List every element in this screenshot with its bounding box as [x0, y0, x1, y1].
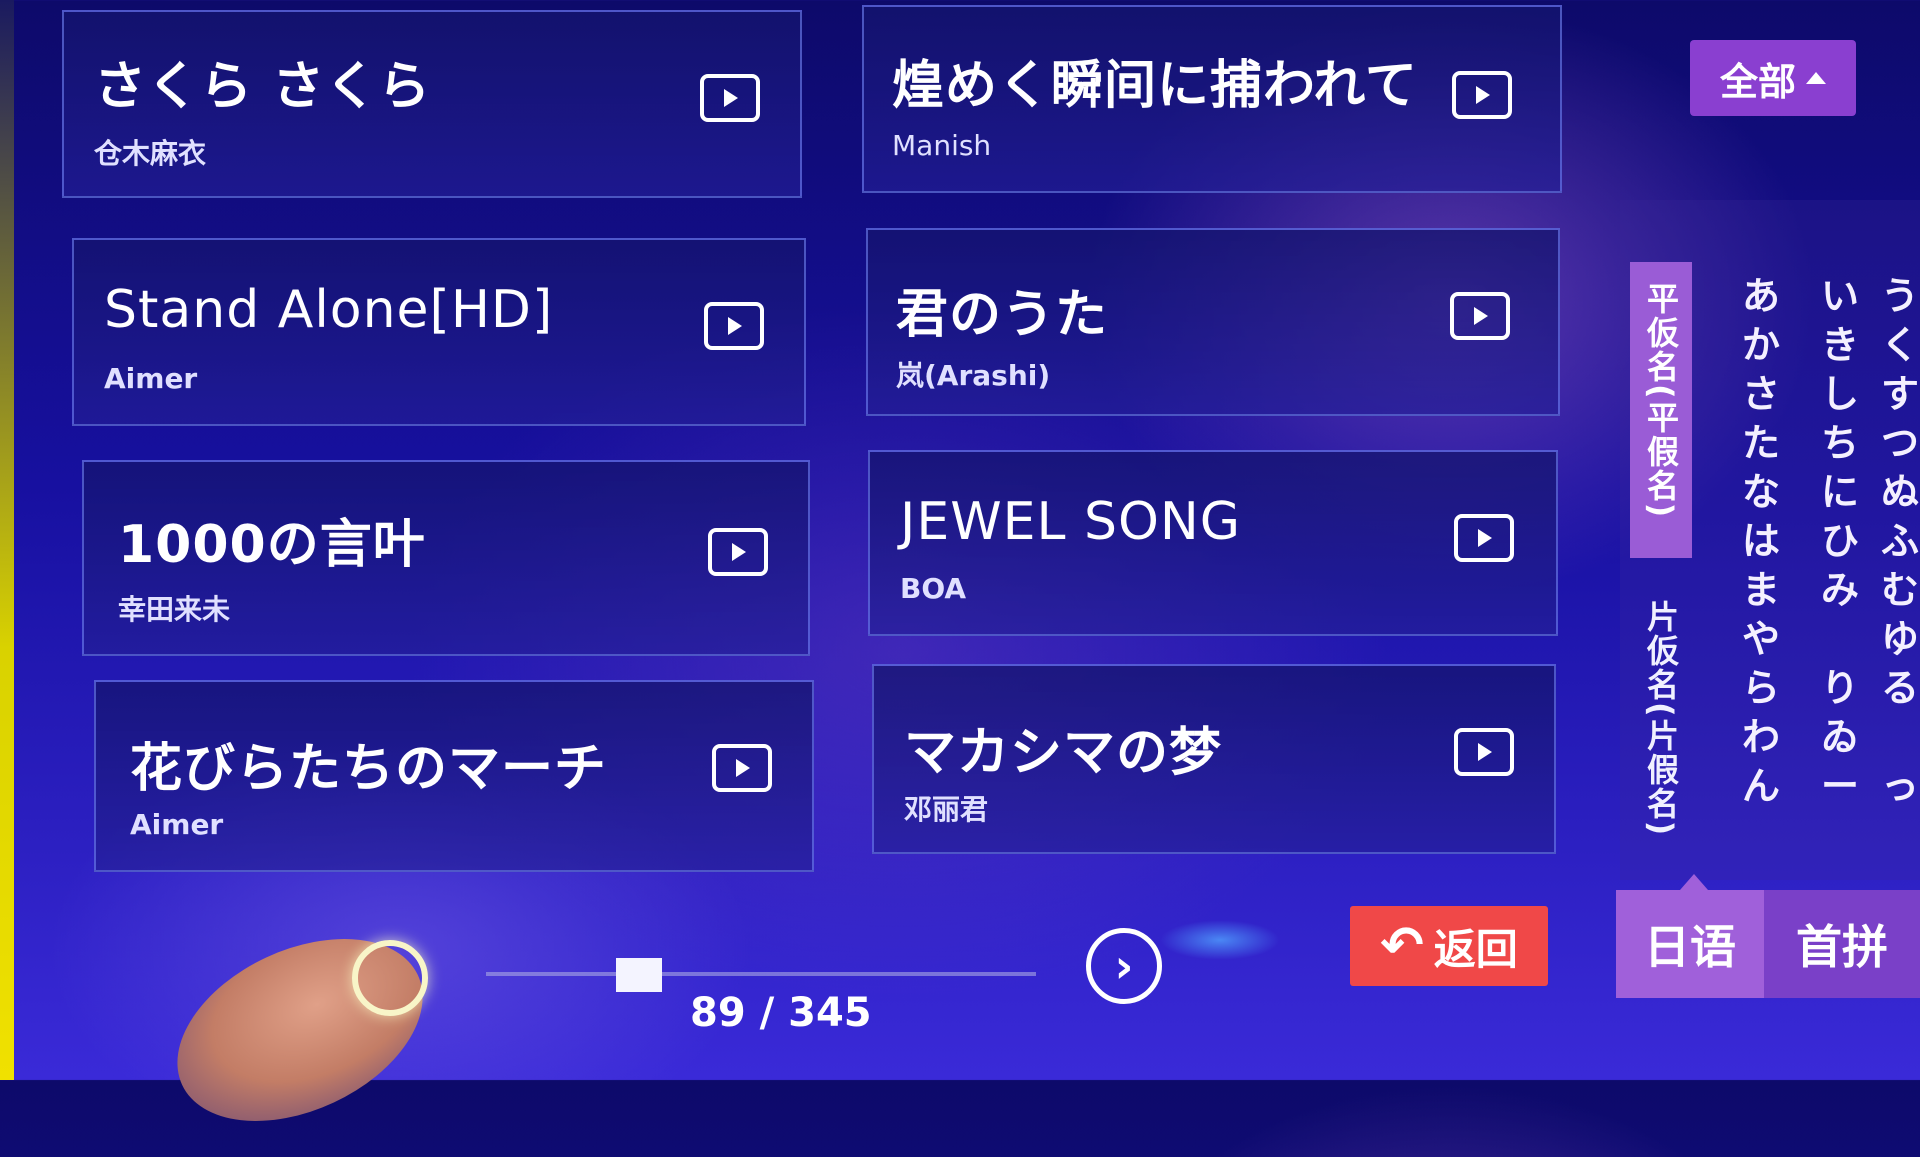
tab-hiragana[interactable]: 平仮名(平假名)	[1630, 262, 1692, 558]
finger	[148, 902, 452, 1157]
play-icon[interactable]	[1450, 292, 1510, 340]
play-icon[interactable]	[712, 744, 772, 792]
song-card[interactable]: Stand Alone[HD] Aimer	[72, 238, 806, 426]
kana-key[interactable]: ゐ	[1815, 713, 1865, 762]
screen-edge	[0, 0, 14, 1080]
play-icon[interactable]	[708, 528, 768, 576]
kana-key[interactable]: は	[1736, 517, 1786, 566]
song-title: さくら さくら	[94, 57, 432, 117]
kana-key[interactable]	[1880, 713, 1920, 762]
kana-key[interactable]: ら	[1736, 664, 1786, 713]
kana-key[interactable]: う	[1880, 272, 1920, 321]
prev-page-button[interactable]	[352, 940, 428, 1016]
kana-key[interactable]: ぬ	[1880, 468, 1920, 517]
kana-key[interactable]: す	[1880, 370, 1920, 419]
song-title: JEWEL SONG	[900, 492, 1242, 552]
play-icon[interactable]	[1454, 514, 1514, 562]
song-card[interactable]: JEWEL SONG BOA	[868, 450, 1558, 636]
kana-key[interactable]: あ	[1736, 272, 1786, 321]
song-title: 君のうた	[896, 285, 1109, 345]
filter-label: 全部	[1719, 59, 1796, 104]
page-slider-thumb[interactable]	[616, 958, 662, 992]
page-counter: 89 / 345	[690, 990, 872, 1036]
kana-key[interactable]: に	[1815, 468, 1865, 517]
back-label: 返回	[1433, 924, 1518, 974]
song-title: 花びらたちのマーチ	[130, 739, 608, 799]
kana-key[interactable]: る	[1880, 664, 1920, 713]
song-card[interactable]: 煌めく瞬间に捕われて Manish	[862, 5, 1562, 193]
kana-key[interactable]: ま	[1736, 566, 1786, 615]
play-icon[interactable]	[704, 302, 764, 350]
kana-key[interactable]: む	[1880, 566, 1920, 615]
kana-column: あ か さ た な は ま や ら わ ん	[1736, 272, 1786, 811]
kana-key[interactable]: き	[1815, 321, 1865, 370]
kana-key[interactable]: り	[1815, 664, 1865, 713]
song-title: マカシマの梦	[904, 723, 1223, 783]
kana-key[interactable]: っ	[1880, 762, 1920, 811]
kana-key[interactable]: つ	[1880, 419, 1920, 468]
song-artist: 仓木麻衣	[94, 137, 207, 170]
song-artist: Manish	[892, 129, 992, 162]
kana-key[interactable]: さ	[1736, 370, 1786, 419]
kana-key[interactable]: い	[1815, 272, 1865, 321]
kana-key[interactable]: く	[1880, 321, 1920, 370]
play-icon[interactable]	[700, 74, 760, 122]
kana-key[interactable]: ゆ	[1880, 615, 1920, 664]
kana-key[interactable]: た	[1736, 419, 1786, 468]
chevron-right-icon: ›	[1114, 939, 1134, 993]
song-title: 煌めく瞬间に捕われて	[892, 56, 1418, 116]
kana-key[interactable]: み	[1815, 566, 1865, 615]
filter-dropdown[interactable]: 全部	[1690, 40, 1856, 116]
play-icon[interactable]	[1454, 728, 1514, 776]
kana-key[interactable]: し	[1815, 370, 1865, 419]
song-card[interactable]: 君のうた 岚(Arashi)	[866, 228, 1560, 416]
return-arrow-icon: ↶	[1380, 916, 1424, 976]
decorative-glow	[1160, 920, 1280, 960]
next-page-button[interactable]: ›	[1086, 928, 1162, 1004]
song-artist: Aimer	[130, 808, 224, 841]
song-artist: 幸田来未	[118, 593, 231, 626]
kana-key[interactable]: や	[1736, 615, 1786, 664]
play-icon[interactable]	[1452, 71, 1512, 119]
kana-column: う く す つ ぬ ふ む ゆ る っ	[1880, 272, 1920, 811]
song-artist: 邓丽君	[904, 793, 989, 826]
kana-key[interactable]: ふ	[1880, 517, 1920, 566]
kana-key[interactable]: な	[1736, 468, 1786, 517]
kana-key[interactable]	[1815, 615, 1865, 664]
song-title: Stand Alone[HD]	[104, 280, 554, 340]
song-card[interactable]: さくら さくら 仓木麻衣	[62, 10, 802, 198]
song-card[interactable]: 花びらたちのマーチ Aimer	[94, 680, 814, 872]
kana-key[interactable]: ひ	[1815, 517, 1865, 566]
back-button[interactable]: ↶ 返回	[1350, 906, 1548, 986]
song-card[interactable]: マカシマの梦 邓丽君	[872, 664, 1556, 854]
song-card[interactable]: 1000の言叶 幸田来未	[82, 460, 810, 656]
caret-up-icon	[1806, 72, 1826, 84]
kana-key[interactable]: わ	[1736, 713, 1786, 762]
kana-key[interactable]: ち	[1815, 419, 1865, 468]
song-artist: BOA	[900, 572, 967, 605]
tab-pinyin[interactable]: 首拼	[1764, 890, 1920, 998]
song-title: 1000の言叶	[118, 515, 426, 575]
kana-key[interactable]: か	[1736, 321, 1786, 370]
kana-column: い き し ち に ひ み り ゐ ー	[1815, 272, 1865, 811]
kana-key[interactable]: ー	[1815, 762, 1865, 811]
kana-key[interactable]: ん	[1736, 762, 1786, 811]
song-artist: Aimer	[104, 362, 198, 395]
song-artist: 岚(Arashi)	[896, 359, 1051, 392]
page-slider-track[interactable]	[486, 972, 1036, 976]
tab-japanese[interactable]: 日语	[1616, 874, 1764, 998]
tab-katakana[interactable]: 片仮名(片假名)	[1630, 580, 1692, 840]
